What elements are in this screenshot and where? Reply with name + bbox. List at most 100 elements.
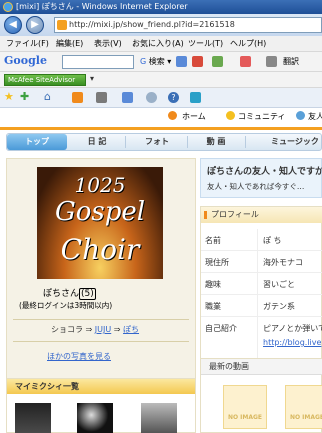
- menu-file[interactable]: ファイル(F): [6, 38, 49, 49]
- profile-row: 名前 ぽ ち: [201, 229, 322, 251]
- tab-diary-label: 日 記: [87, 137, 107, 146]
- tab-top[interactable]: トップ: [7, 134, 67, 150]
- translate-button[interactable]: 翻訳: [283, 56, 299, 67]
- profile-value: ぽ ち: [263, 236, 282, 245]
- row-divider: [257, 273, 258, 295]
- no-image-placeholder[interactable]: NO IMAGE: [285, 385, 322, 429]
- chevron-down-icon[interactable]: ▾: [90, 74, 94, 83]
- menu-edit[interactable]: 編集(E): [56, 38, 83, 49]
- window-title: [mixi] ぽちさん - Windows Internet Explorer: [16, 2, 188, 11]
- profile-row: 自己紹介 ピアノとか弾いて: [201, 317, 322, 361]
- home-nav-icon: [168, 111, 177, 120]
- google-search-input[interactable]: [62, 55, 134, 69]
- menu-bar: ファイル(F) 編集(E) 表示(V) お気に入り(A) ツール(T) ヘルプ(…: [0, 36, 322, 52]
- profile-left-column: 1025 Gospel Choir ぽちさん (5) (最終ログインは3時間以内)…: [6, 158, 196, 383]
- chain-user-c-link[interactable]: ぽち: [123, 325, 139, 334]
- user-name: ぽちさん (5): [43, 286, 96, 300]
- mcafee-siteadvisor-button[interactable]: McAfee SiteAdvisor: [4, 74, 86, 86]
- row-divider: [257, 295, 258, 317]
- profile-label: 現住所: [205, 258, 229, 267]
- nav-community[interactable]: コミュニティ: [238, 111, 286, 122]
- friends-nav-icon: [296, 111, 305, 120]
- profile-value: 海外モナコ: [263, 258, 303, 267]
- profile-value: 習いごと: [263, 280, 295, 289]
- google-logo: Google: [4, 54, 47, 67]
- feeds-icon[interactable]: [72, 92, 83, 103]
- user-name-text: ぽちさん: [43, 289, 80, 299]
- profile-label: 名前: [205, 236, 221, 245]
- favorites-bar: ★ ✚ ⌂ ?: [0, 88, 322, 108]
- title-bar: [mixi] ぽちさん - Windows Internet Explorer: [0, 0, 322, 14]
- mymixi-thumbnail[interactable]: [77, 403, 113, 433]
- tab-divider: [187, 136, 188, 148]
- url-input[interactable]: http://mixi.jp/show_friend.pl?id=2161518: [54, 17, 322, 33]
- divider: [13, 341, 189, 342]
- tab-video-label: 動 画: [206, 137, 226, 146]
- mymixi-thumbnail[interactable]: [15, 403, 51, 433]
- profile-label: 自己紹介: [205, 324, 237, 333]
- mcafee-toolbar: McAfee SiteAdvisor ▾: [0, 72, 322, 88]
- toolbar-icon-2[interactable]: [192, 56, 203, 67]
- row-divider: [257, 251, 258, 273]
- toolbar-icon-4[interactable]: [240, 56, 251, 67]
- nav-friends[interactable]: 友人: [308, 111, 322, 122]
- profile-row: 職業 ガテン系: [201, 295, 322, 317]
- mixi-page: ホーム コミュニティ 友人 トップ 日 記 フォト 動 画 ミュージック 102…: [0, 108, 322, 433]
- google-search-button[interactable]: G 検索 ▾: [140, 56, 171, 67]
- profile-blog-link[interactable]: http://blog.live: [263, 338, 321, 347]
- mymixi-list: マイミクシィ一覧: [6, 378, 196, 433]
- nav-home[interactable]: ホーム: [182, 111, 206, 122]
- menu-tools[interactable]: ツール(T): [188, 38, 223, 49]
- tab-photo[interactable]: フォト: [127, 134, 187, 150]
- profile-label: 趣味: [205, 280, 221, 289]
- friend-intro-title: ぽちさんの友人・知人ですか: [207, 167, 322, 177]
- tab-divider: [125, 136, 126, 148]
- tab-diary[interactable]: 日 記: [69, 134, 125, 150]
- mymixi-thumbnail[interactable]: [141, 403, 177, 433]
- research-icon[interactable]: [190, 92, 201, 103]
- chain-user-a: ショコラ: [51, 325, 83, 334]
- profile-value: ピアノとか弾いて: [263, 324, 322, 333]
- photo-text-line1: 1025: [74, 173, 126, 197]
- friend-count-badge[interactable]: (5): [79, 288, 96, 300]
- home-icon[interactable]: ⌂: [44, 90, 55, 103]
- tab-top-label: トップ: [25, 137, 49, 146]
- favorites-star-icon[interactable]: ★: [4, 90, 15, 103]
- menu-view[interactable]: 表示(V): [94, 38, 122, 49]
- no-image-placeholder[interactable]: NO IMAGE: [223, 385, 267, 429]
- print-icon[interactable]: [96, 92, 107, 103]
- profile-photo[interactable]: 1025 Gospel Choir: [37, 167, 163, 279]
- chain-arrow: ⇒: [85, 325, 93, 334]
- toolbar-icon-1[interactable]: [176, 56, 187, 67]
- menu-favorites[interactable]: お気に入り(A): [132, 38, 184, 49]
- profile-tabs: トップ 日 記 フォト 動 画 ミュージック: [6, 133, 322, 151]
- menu-help[interactable]: ヘルプ(H): [230, 38, 266, 49]
- tab-music-label: ミュージック: [271, 137, 319, 146]
- tab-video[interactable]: 動 画: [189, 134, 243, 150]
- search-icon: G: [140, 57, 147, 66]
- browser-window: [mixi] ぽちさん - Windows Internet Explorer …: [0, 0, 322, 433]
- tab-music[interactable]: ミュージック: [247, 134, 322, 150]
- help-icon[interactable]: ?: [168, 92, 179, 103]
- friend-chain: ショコラ ⇒ JUJU ⇒ ぽち: [51, 324, 139, 335]
- profile-value: ガテン系: [263, 302, 295, 311]
- toolbar-icon-3[interactable]: [212, 56, 223, 67]
- profile-label: 職業: [205, 302, 221, 311]
- chain-arrow: ⇒: [113, 325, 121, 334]
- mymixi-title: マイミクシィ一覧: [7, 379, 195, 394]
- url-text: http://mixi.jp/show_friend.pl?id=2161518: [69, 20, 235, 29]
- forward-button[interactable]: ▶: [26, 16, 44, 34]
- more-photos-link[interactable]: ほかの写真を見る: [47, 351, 111, 362]
- toolbar-icon-5[interactable]: [266, 56, 277, 67]
- add-favorite-icon[interactable]: ✚: [20, 90, 31, 103]
- profile-box: プロフィール 名前 ぽ ち 現住所 海外モナコ 趣味 習いごと 職業 ガテン系: [200, 206, 322, 361]
- photo-text-line3: Choir: [60, 233, 140, 266]
- profile-header: プロフィール: [201, 207, 322, 223]
- photo-text-line2: Gospel: [54, 197, 146, 227]
- chain-user-b-link[interactable]: JUJU: [95, 325, 111, 334]
- back-button[interactable]: ◀: [4, 16, 22, 34]
- tools-icon[interactable]: [146, 92, 157, 103]
- page-icon[interactable]: [122, 92, 133, 103]
- latest-videos: 最新の動画 NO IMAGE NO IMAGE: [200, 358, 322, 433]
- profile-row: 現住所 海外モナコ: [201, 251, 322, 273]
